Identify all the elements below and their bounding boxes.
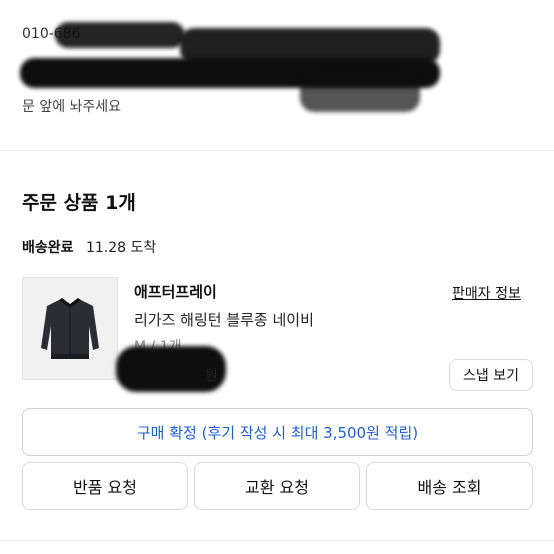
delivery-date: 11.28 도착 <box>85 240 157 256</box>
snapshot-button[interactable]: 스냅 보기 <box>449 359 533 391</box>
return-request-button[interactable]: 반품 요청 <box>22 462 188 510</box>
delivery-request: 문 앞에 놔주세요 <box>22 99 122 115</box>
return-request-label: 반품 요청 <box>73 478 137 497</box>
redaction-mark <box>55 22 185 48</box>
exchange-request-label: 교환 요청 <box>245 478 309 497</box>
delivery-tracking-label: 배송 조회 <box>417 478 482 497</box>
delivery-tracking-button[interactable]: 배송 조회 <box>366 462 533 510</box>
section-divider <box>0 150 554 151</box>
product-brand[interactable]: 애프터프레이 <box>134 281 217 302</box>
exchange-request-button[interactable]: 교환 요청 <box>194 462 360 510</box>
section-divider <box>0 540 554 541</box>
jacket-icon <box>41 298 99 359</box>
product-image[interactable] <box>22 277 118 380</box>
snapshot-button-label: 스냅 보기 <box>463 368 519 384</box>
confirm-purchase-button[interactable]: 구매 확정 (후기 작성 시 최대 3,500원 적립) <box>22 408 533 456</box>
redaction-mark <box>300 72 420 112</box>
product-name[interactable]: 리가즈 해링턴 블루종 네이비 <box>134 309 314 330</box>
product-price: 원 <box>205 368 218 384</box>
section-title: 주문 상품 1개 <box>22 192 136 214</box>
delivery-status: 배송완료 <box>22 240 74 256</box>
seller-info-link[interactable]: 판매자 정보 <box>452 283 521 303</box>
delivery-status-row: 배송완료 11.28 도착 <box>22 237 156 257</box>
confirm-purchase-label: 구매 확정 (후기 작성 시 최대 3,500원 적립) <box>136 423 419 442</box>
